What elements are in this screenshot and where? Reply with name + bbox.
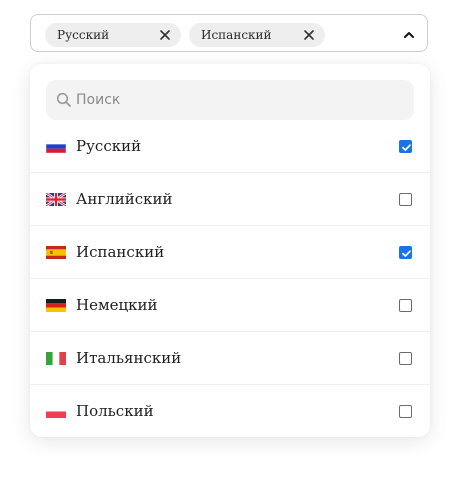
- selected-chip-russian: Русский: [45, 23, 181, 47]
- chip-label: Русский: [57, 28, 110, 42]
- option-label: Итальянский: [76, 349, 182, 367]
- chip-label: Испанский: [201, 28, 272, 42]
- close-icon[interactable]: [302, 28, 316, 42]
- option-spanish[interactable]: Испанский: [30, 226, 430, 279]
- language-multiselect[interactable]: Русский Испанский: [30, 14, 428, 52]
- search-input[interactable]: [76, 80, 406, 120]
- option-label: Испанский: [76, 243, 165, 261]
- spain-flag-icon: [46, 246, 66, 259]
- search-box[interactable]: [46, 80, 414, 120]
- poland-flag-icon: [46, 405, 66, 418]
- search-icon: [56, 92, 71, 107]
- option-german[interactable]: Немецкий: [30, 279, 430, 332]
- selected-chip-spanish: Испанский: [189, 23, 325, 47]
- option-english[interactable]: Английский: [30, 173, 430, 226]
- option-label: Немецкий: [76, 296, 158, 314]
- close-icon[interactable]: [158, 28, 172, 42]
- russia-flag-icon: [46, 140, 66, 153]
- checkbox-unchecked[interactable]: [399, 193, 412, 206]
- option-label: Польский: [76, 402, 154, 420]
- germany-flag-icon: [46, 299, 66, 312]
- option-label: Русский: [76, 137, 142, 155]
- checkbox-unchecked[interactable]: [399, 352, 412, 365]
- option-polish[interactable]: Польский: [30, 385, 430, 438]
- italy-flag-icon: [46, 352, 66, 365]
- checkbox-unchecked[interactable]: [399, 405, 412, 418]
- checkbox-unchecked[interactable]: [399, 299, 412, 312]
- checkbox-checked[interactable]: [399, 140, 412, 153]
- language-dropdown-panel: Русский Английский: [30, 64, 430, 437]
- option-label: Английский: [76, 190, 173, 208]
- options-list: Русский Английский Испанский Немецкий Ит…: [30, 120, 430, 438]
- chevron-up-icon[interactable]: [401, 27, 417, 43]
- option-italian[interactable]: Итальянский: [30, 332, 430, 385]
- uk-flag-icon: [46, 193, 66, 206]
- option-russian[interactable]: Русский: [30, 120, 430, 173]
- checkbox-checked[interactable]: [399, 246, 412, 259]
